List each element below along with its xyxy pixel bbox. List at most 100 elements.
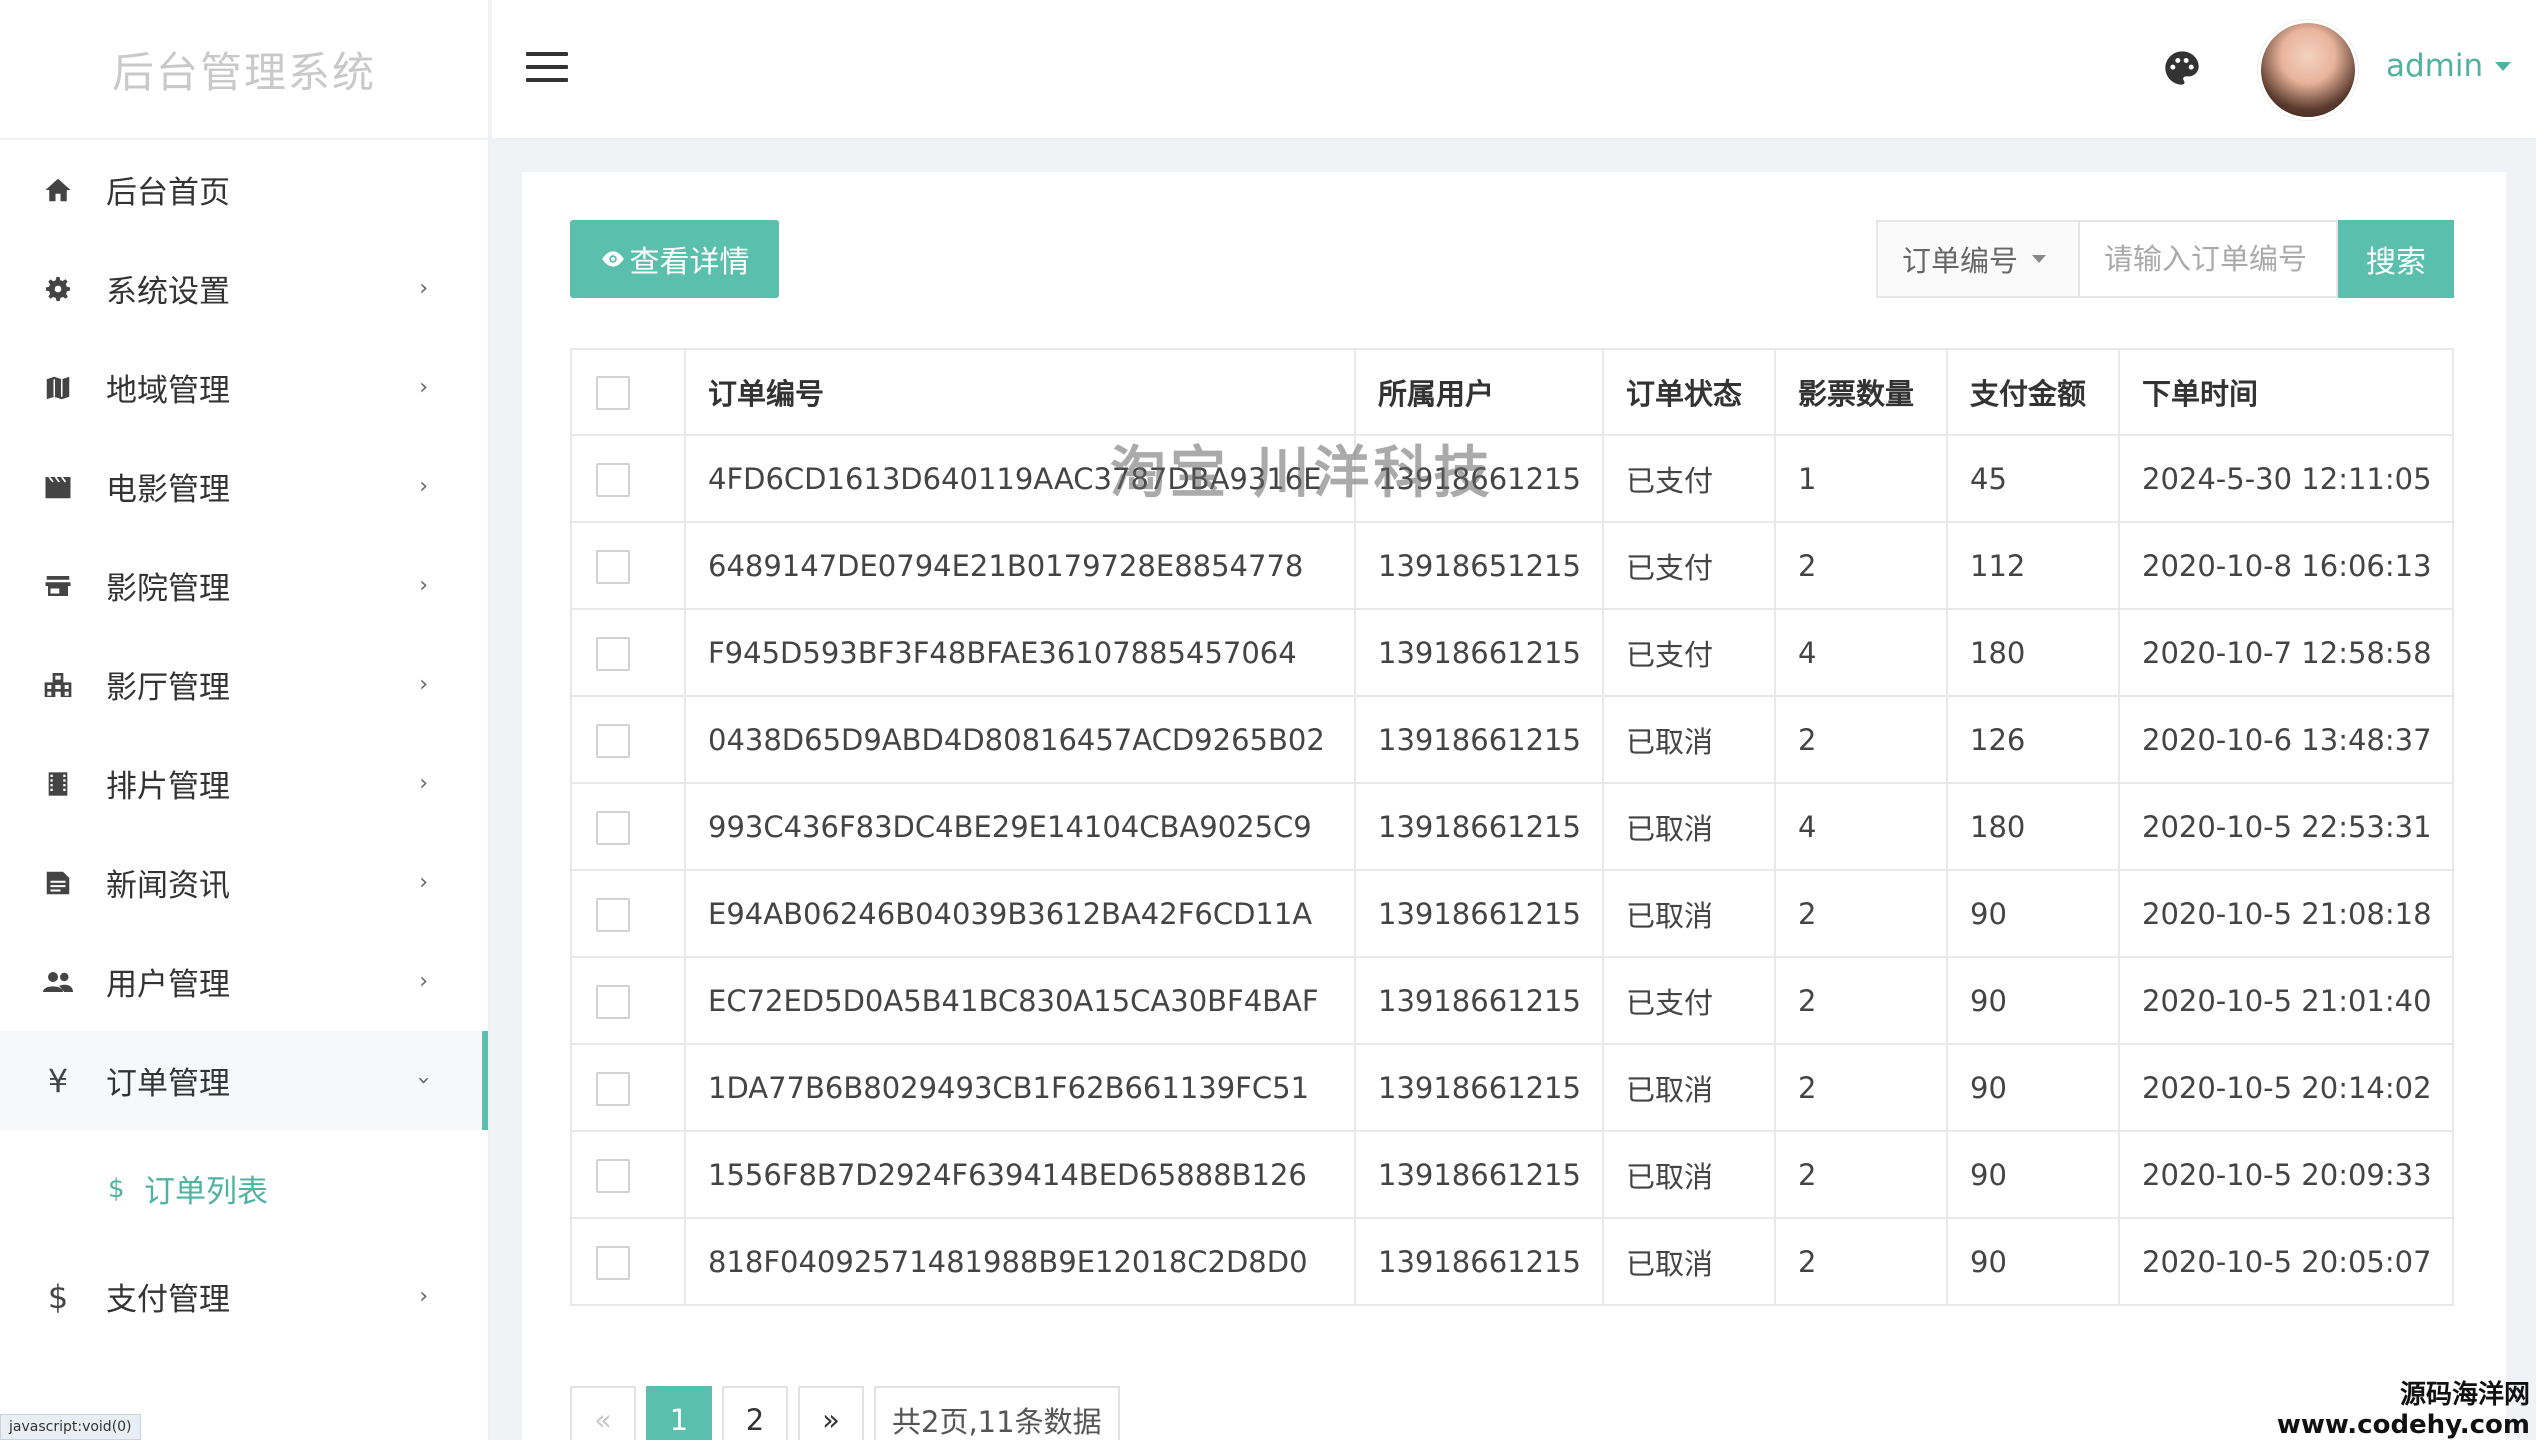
view-detail-button[interactable]: 查看详情 xyxy=(570,220,779,298)
user-cell: 13918661215 xyxy=(1354,1217,1604,1306)
amount-cell: 90 xyxy=(1946,1130,2120,1219)
header-checkbox-cell xyxy=(570,348,686,436)
sidebar-item-orders[interactable]: ¥ 订单管理 › xyxy=(0,1031,488,1130)
status-cell: 已取消 xyxy=(1602,1217,1776,1306)
sidebar-item-movies[interactable]: 电影管理 › xyxy=(0,437,488,536)
prev-page-button[interactable]: « xyxy=(570,1386,636,1440)
amount-cell: 90 xyxy=(1946,1217,2120,1306)
row-checkbox[interactable] xyxy=(596,636,630,671)
qty-cell: 4 xyxy=(1774,782,1948,871)
sidebar-item-halls[interactable]: 影厅管理 › xyxy=(0,635,488,734)
order-no-cell: EC72ED5D0A5B41BC830A15CA30BF4BAF xyxy=(684,956,1356,1045)
time-cell: 2020-10-7 12:58:58 xyxy=(2118,608,2454,697)
sidebar-item-home[interactable]: 后台首页 xyxy=(0,140,488,239)
row-checkbox[interactable] xyxy=(596,723,630,758)
chevron-right-icon: › xyxy=(419,276,428,301)
order-no-cell: 1DA77B6B8029493CB1F62B661139FC51 xyxy=(684,1043,1356,1132)
row-checkbox[interactable] xyxy=(596,549,630,584)
order-no-cell: 993C436F83DC4BE29E14104CBA9025C9 xyxy=(684,782,1356,871)
search-input[interactable] xyxy=(2078,220,2338,298)
chevron-right-icon: › xyxy=(419,969,428,994)
sidebar-item-label: 用户管理 xyxy=(106,967,230,1003)
sidebar-subitem-label: 订单列表 xyxy=(144,1174,268,1210)
column-header[interactable]: 下单时间 xyxy=(2118,348,2454,436)
column-header[interactable]: 所属用户 xyxy=(1354,348,1604,436)
page-button-1[interactable]: 1 xyxy=(646,1386,712,1440)
table-row[interactable]: 0438D65D9ABD4D80816457ACD9265B02 1391866… xyxy=(570,695,2454,784)
next-page-button[interactable]: » xyxy=(798,1386,864,1440)
status-cell: 已支付 xyxy=(1602,434,1776,523)
status-cell: 已支付 xyxy=(1602,956,1776,1045)
table-row[interactable]: 4FD6CD1613D640119AAC3787DBA9316E 1391866… xyxy=(570,434,2454,523)
sidebar-item-label: 地域管理 xyxy=(106,373,230,409)
search-button[interactable]: 搜索 xyxy=(2338,220,2454,298)
table-row[interactable]: 1556F8B7D2924F639414BED65888B126 1391866… xyxy=(570,1130,2454,1219)
table-row[interactable]: 993C436F83DC4BE29E14104CBA9025C9 1391866… xyxy=(570,782,2454,871)
table-header-row: 订单编号 所属用户 订单状态 影票数量 支付金额 下单时间 xyxy=(570,348,2454,436)
pagination: « 1 2 » 共2页,11条数据 xyxy=(570,1386,1130,1440)
chevron-down-icon: › xyxy=(411,1076,437,1085)
time-cell: 2020-10-5 22:53:31 xyxy=(2118,782,2454,871)
sidebar-item-schedule[interactable]: 排片管理 › xyxy=(0,734,488,833)
map-icon xyxy=(40,370,76,406)
status-cell: 已支付 xyxy=(1602,608,1776,697)
status-cell: 已取消 xyxy=(1602,1043,1776,1132)
qty-cell: 2 xyxy=(1774,695,1948,784)
row-checkbox[interactable] xyxy=(596,897,630,932)
table-row[interactable]: 1DA77B6B8029493CB1F62B661139FC51 1391866… xyxy=(570,1043,2454,1132)
table-row[interactable]: 818F04092571481988B9E12018C2D8D0 1391866… xyxy=(570,1217,2454,1306)
status-cell: 已取消 xyxy=(1602,695,1776,784)
row-checkbox-cell xyxy=(570,869,686,958)
qty-cell: 1 xyxy=(1774,434,1948,523)
table-row[interactable]: E94AB06246B04039B3612BA42F6CD11A 1391866… xyxy=(570,869,2454,958)
table-row[interactable]: EC72ED5D0A5B41BC830A15CA30BF4BAF 1391866… xyxy=(570,956,2454,1045)
amount-cell: 112 xyxy=(1946,521,2120,610)
sidebar-menu: 后台首页 系统设置 › 地域管理 › 电影管理 › 影院管理 › 影厅管理 › … xyxy=(0,140,488,1346)
chevron-right-icon: › xyxy=(419,870,428,895)
avatar[interactable] xyxy=(2258,20,2358,120)
sidebar-item-news[interactable]: 新闻资讯 › xyxy=(0,833,488,932)
row-checkbox[interactable] xyxy=(596,1158,630,1193)
palette-icon[interactable] xyxy=(2162,48,2204,90)
chevron-right-icon: › xyxy=(419,573,428,598)
sidebar-item-payments[interactable]: $ 支付管理 › xyxy=(0,1247,488,1346)
chevron-right-icon: › xyxy=(419,474,428,499)
users-icon xyxy=(40,964,76,1000)
table-row[interactable]: 6489147DE0794E21B0179728E8854778 1391865… xyxy=(570,521,2454,610)
column-header[interactable]: 订单编号 xyxy=(684,348,1356,436)
corner-watermark-line1: 源码海洋网 xyxy=(2399,1380,2530,1410)
time-cell: 2020-10-5 21:08:18 xyxy=(2118,869,2454,958)
table-row[interactable]: F945D593BF3F48BFAE36107885457064 1391866… xyxy=(570,608,2454,697)
row-checkbox[interactable] xyxy=(596,462,630,497)
menu-toggle-icon[interactable] xyxy=(526,52,568,86)
row-checkbox[interactable] xyxy=(596,984,630,1019)
time-cell: 2020-10-8 16:06:13 xyxy=(2118,521,2454,610)
page-button-2[interactable]: 2 xyxy=(722,1386,788,1440)
row-checkbox-cell xyxy=(570,434,686,523)
column-header[interactable]: 影票数量 xyxy=(1774,348,1948,436)
row-checkbox[interactable] xyxy=(596,1245,630,1280)
row-checkbox[interactable] xyxy=(596,1071,630,1106)
pagination-info: 共2页,11条数据 xyxy=(874,1386,1120,1440)
sidebar-subitem-order-list[interactable]: $ 订单列表 xyxy=(0,1130,488,1247)
eye-icon xyxy=(601,251,624,267)
search-field-select[interactable]: 订单编号 xyxy=(1876,220,2078,298)
sidebar-item-system-settings[interactable]: 系统设置 › xyxy=(0,239,488,338)
select-all-checkbox[interactable] xyxy=(596,376,630,410)
caret-down-icon xyxy=(2032,255,2047,263)
document-icon xyxy=(40,865,76,901)
row-checkbox-cell xyxy=(570,695,686,784)
order-no-cell: 1556F8B7D2924F639414BED65888B126 xyxy=(684,1130,1356,1219)
time-cell: 2024-5-30 12:11:05 xyxy=(2118,434,2454,523)
row-checkbox[interactable] xyxy=(596,810,630,845)
sidebar-item-label: 新闻资讯 xyxy=(106,868,230,904)
sidebar-item-cinemas[interactable]: 影院管理 › xyxy=(0,536,488,635)
column-header[interactable]: 支付金额 xyxy=(1946,348,2120,436)
chevron-right-icon: › xyxy=(419,1284,428,1309)
column-header[interactable]: 订单状态 xyxy=(1602,348,1776,436)
user-menu[interactable]: admin xyxy=(2386,48,2512,84)
sidebar-item-region[interactable]: 地域管理 › xyxy=(0,338,488,437)
sidebar-item-users[interactable]: 用户管理 › xyxy=(0,932,488,1031)
top-header: admin xyxy=(492,0,2536,140)
user-cell: 13918661215 xyxy=(1354,1130,1604,1219)
